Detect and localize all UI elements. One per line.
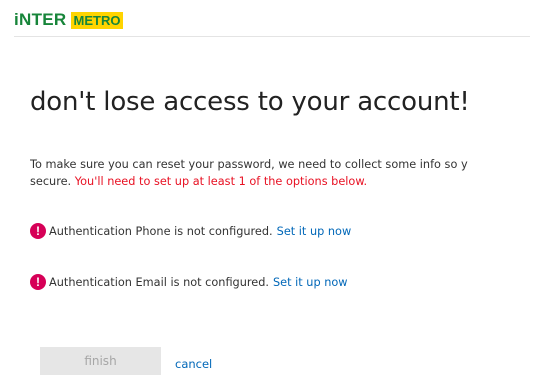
page-header: iNTER METRO xyxy=(14,10,530,37)
phone-status-text: Authentication Phone is not configured. xyxy=(49,224,273,238)
inter-metro-logo: iNTER METRO xyxy=(14,10,124,30)
email-status-row: ! Authentication Email is not configured… xyxy=(30,274,348,290)
phone-status-row: ! Authentication Phone is not configured… xyxy=(30,223,351,239)
exclamation-alert-icon: ! xyxy=(30,223,46,239)
logo-inter-text: iNTER xyxy=(14,10,67,29)
email-setup-link[interactable]: Set it up now xyxy=(273,276,348,289)
logo-metro-text: METRO xyxy=(70,12,124,29)
phone-setup-link[interactable]: Set it up now xyxy=(277,225,352,238)
intro-line-1: To make sure you can reset your password… xyxy=(30,158,468,171)
page-title: don't lose access to your account! xyxy=(30,87,470,117)
intro-text: To make sure you can reset your password… xyxy=(30,156,535,190)
cancel-link[interactable]: cancel xyxy=(175,357,212,371)
finish-button[interactable]: finish xyxy=(40,347,161,375)
requirement-warning: You'll need to set up at least 1 of the … xyxy=(74,175,368,188)
email-status-text: Authentication Email is not configured. xyxy=(49,275,269,289)
exclamation-alert-icon: ! xyxy=(30,274,46,290)
intro-secure-text: secure. xyxy=(30,175,72,188)
intro-line-2: secure. You'll need to set up at least 1… xyxy=(30,173,535,190)
